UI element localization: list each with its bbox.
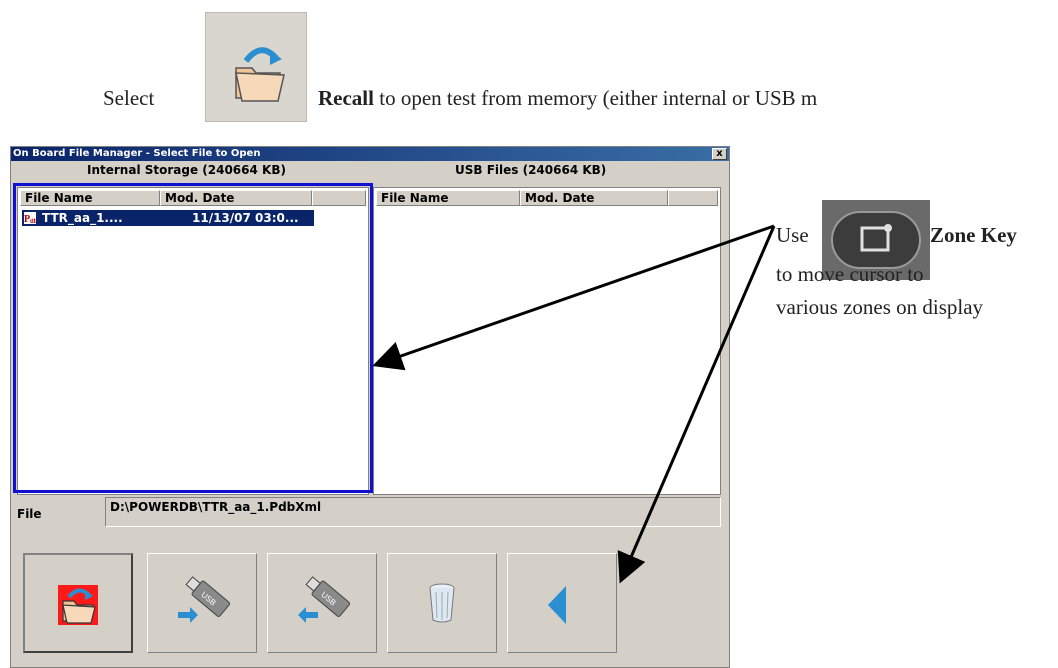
- arrow-to-toolbar-zone: [617, 225, 776, 584]
- arrow-to-internal-zone: [372, 224, 775, 371]
- annotation-arrows: [372, 224, 776, 584]
